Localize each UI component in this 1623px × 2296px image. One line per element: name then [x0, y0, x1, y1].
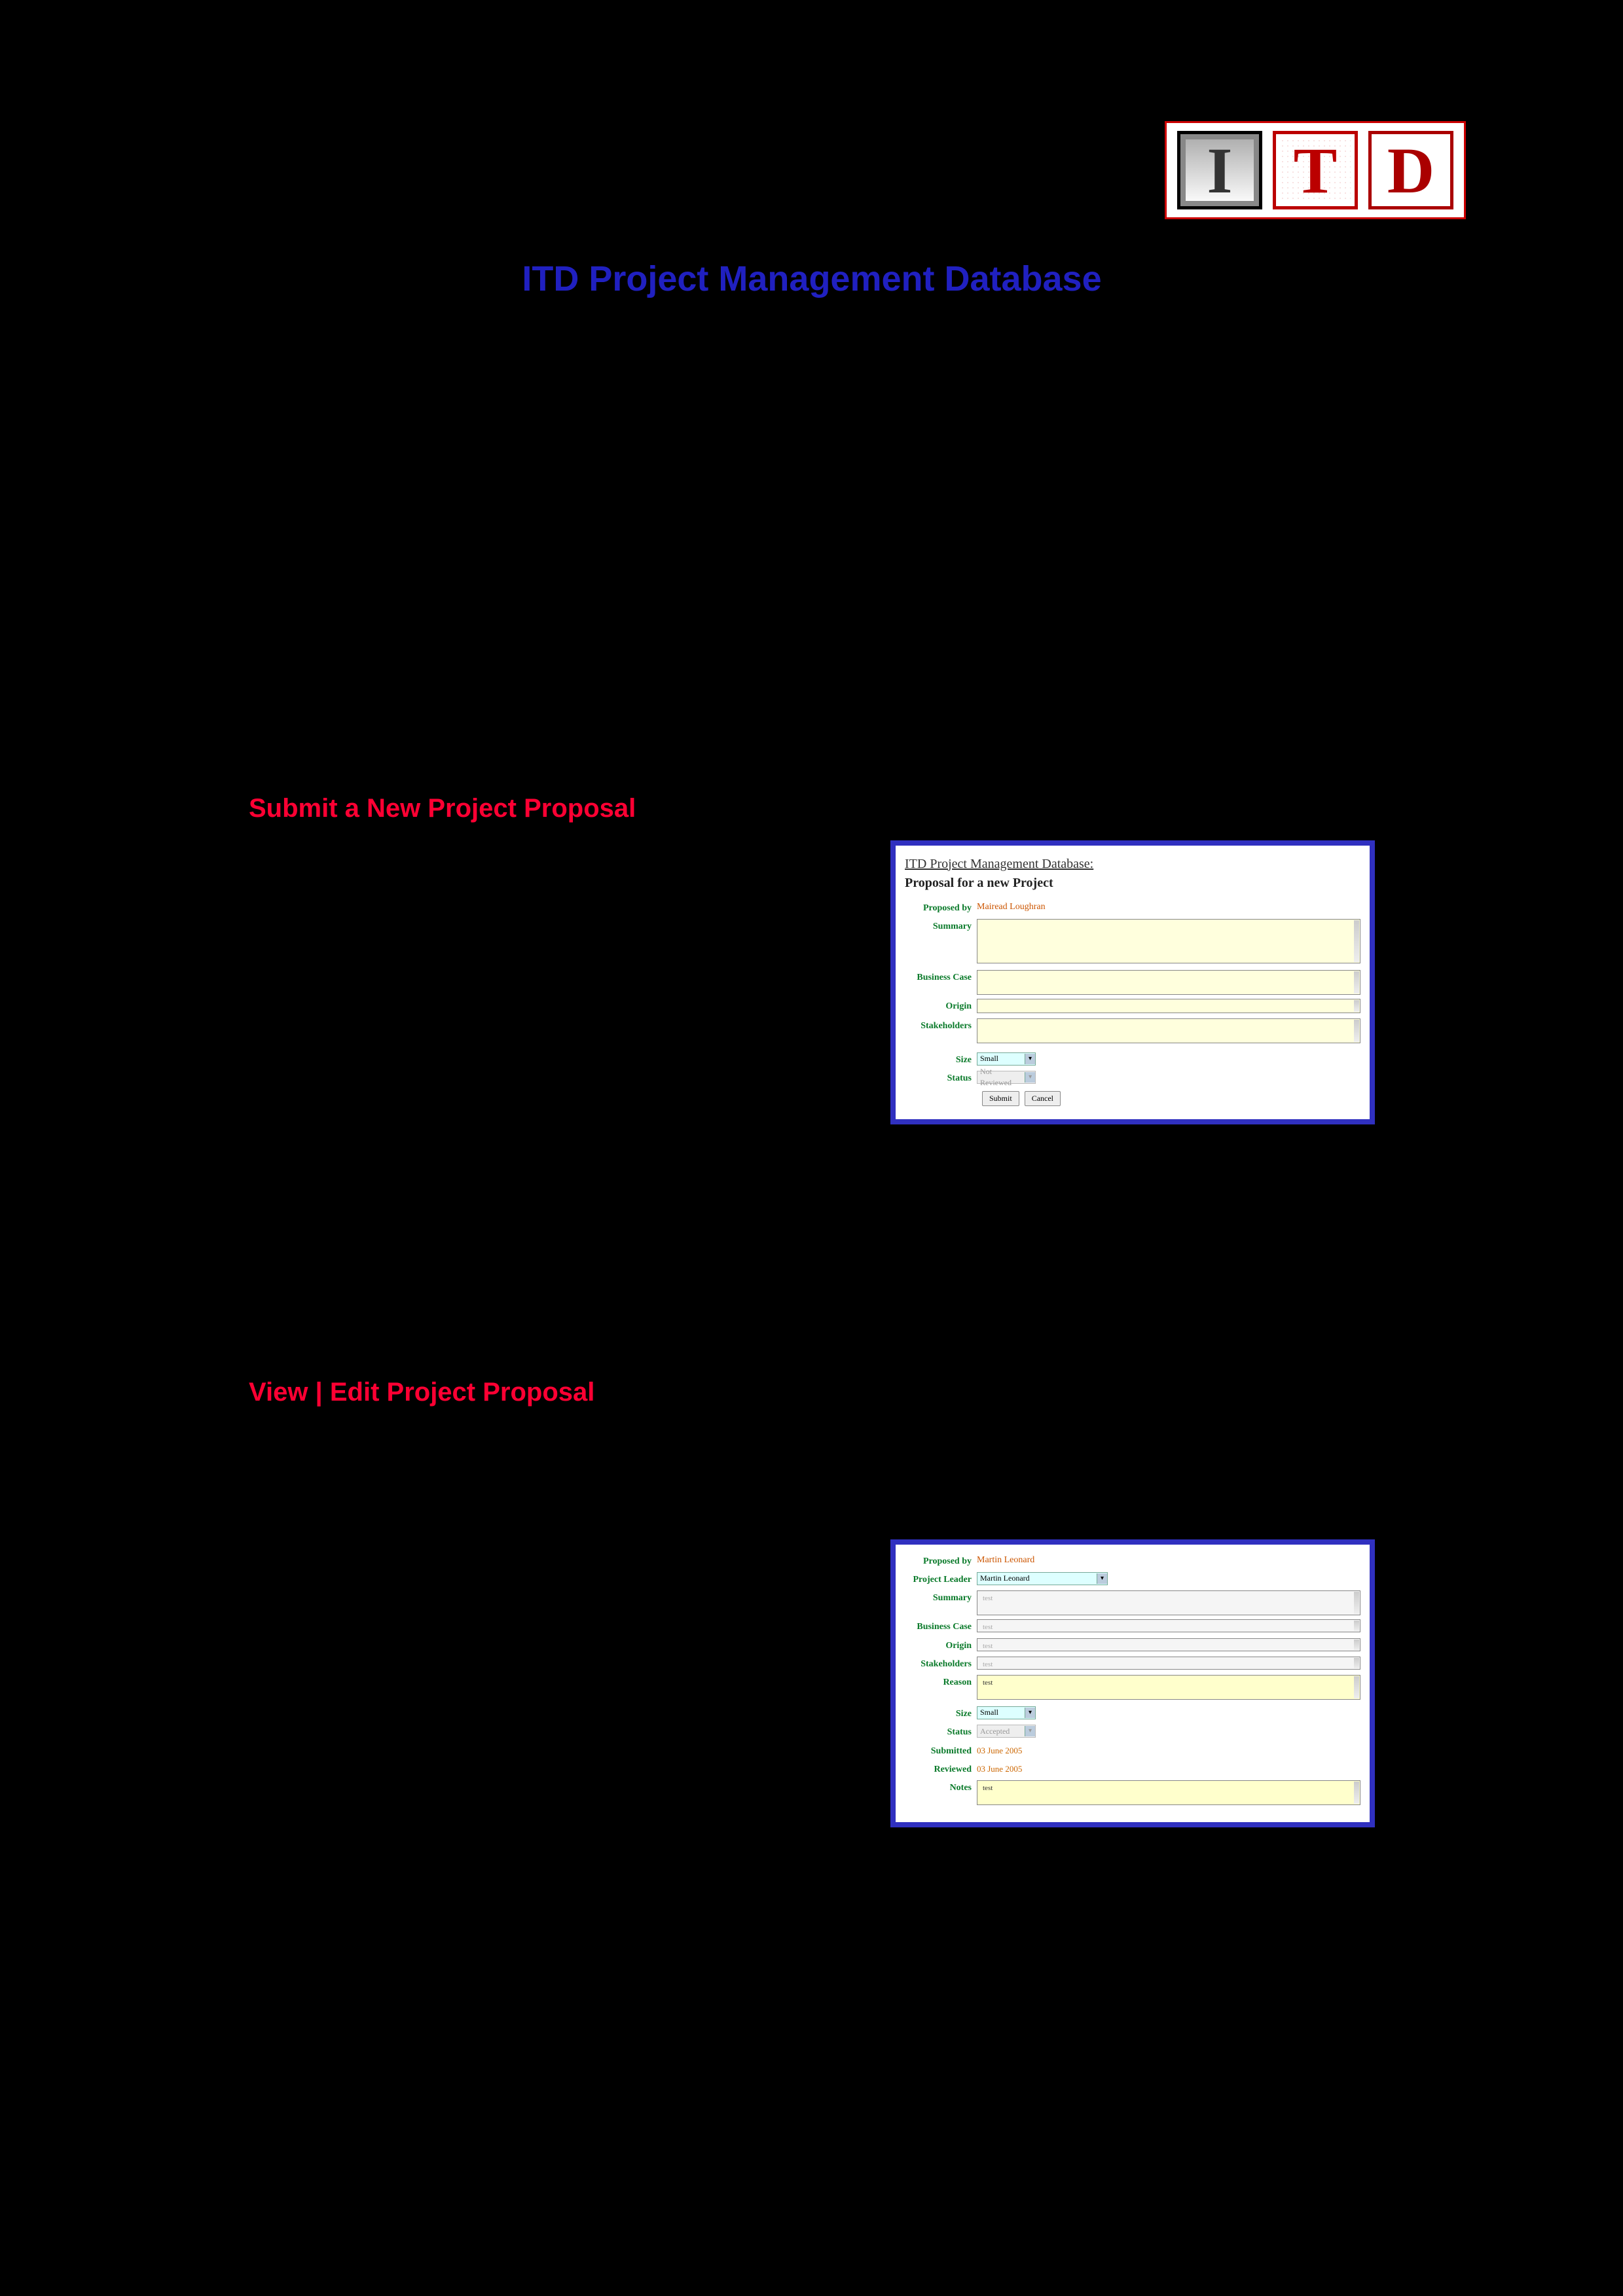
label-project-leader: Project Leader	[905, 1572, 977, 1587]
chevron-down-icon: ▾	[1025, 1072, 1035, 1083]
input-business-case[interactable]	[977, 970, 1360, 995]
input-business-case-2[interactable]: test	[977, 1619, 1360, 1632]
label-proposed-by-2: Proposed by	[905, 1554, 977, 1568]
label-stakeholders: Stakeholders	[905, 1018, 977, 1043]
value-proposed-by: Mairead Loughran	[977, 901, 1046, 915]
sec1-para-3: From the Summary of Project Proposals pa…	[249, 1200, 1375, 1329]
screenshot-new-proposal: ITD Project Management Database: Proposa…	[890, 840, 1375, 1125]
logo-letter-t: T	[1273, 131, 1358, 209]
screenshot-edit-proposal: Proposed by Martin Leonard Project Leade…	[890, 1539, 1375, 1828]
label-reviewed: Reviewed	[905, 1762, 977, 1776]
input-summary[interactable]	[977, 919, 1360, 963]
select-status-2: Accepted▾	[977, 1725, 1036, 1738]
sec2-para-3: Click the "Update" button to save any ch…	[249, 1834, 1375, 1931]
label-reason: Reason	[905, 1675, 977, 1700]
section-view-edit-heading: View | Edit Project Proposal	[249, 1373, 1375, 1411]
intro-para-1: Your access to this application is contr…	[249, 327, 1375, 424]
input-summary-2[interactable]: test	[977, 1590, 1360, 1615]
select-size[interactable]: Small▾	[977, 1052, 1036, 1066]
chevron-down-icon: ▾	[1025, 1708, 1035, 1718]
intro-para-4: Regardless of your role, when you click …	[249, 673, 1375, 770]
itd-logo: I T D	[1165, 121, 1466, 219]
label-status: Status	[905, 1071, 977, 1085]
label-business-case: Business Case	[905, 970, 977, 995]
logo-letter-d: D	[1368, 131, 1453, 209]
label-size-2: Size	[905, 1706, 977, 1721]
input-origin-2[interactable]: test	[977, 1638, 1360, 1651]
value-reviewed: 03 June 2005	[977, 1762, 1022, 1776]
value-submitted: 03 June 2005	[977, 1744, 1022, 1758]
chevron-down-icon: ▾	[1025, 1726, 1035, 1736]
sec2-para-4: If you are viewing a proposal from the "…	[249, 1949, 1375, 2014]
label-business-case-2: Business Case	[905, 1619, 977, 1634]
form-title-link[interactable]: ITD Project Management Database:	[905, 855, 1360, 874]
label-notes: Notes	[905, 1780, 977, 1805]
label-size: Size	[905, 1052, 977, 1067]
label-summary-2: Summary	[905, 1590, 977, 1615]
intro-para-3: These pages describe the various parts o…	[249, 558, 1375, 655]
select-project-leader[interactable]: Martin Leonard▾	[977, 1572, 1108, 1585]
input-reason[interactable]: test	[977, 1675, 1360, 1700]
label-summary: Summary	[905, 919, 977, 963]
submit-button[interactable]: Submit	[982, 1091, 1019, 1106]
section-submit-heading: Submit a New Project Proposal	[249, 789, 1375, 827]
chevron-down-icon: ▾	[1097, 1573, 1107, 1584]
cancel-button[interactable]: Cancel	[1025, 1091, 1061, 1106]
label-origin-2: Origin	[905, 1638, 977, 1653]
logo-letter-i: I	[1177, 131, 1262, 209]
input-stakeholders-2[interactable]: test	[977, 1657, 1360, 1670]
input-origin[interactable]	[977, 999, 1360, 1013]
intro-para-2: Access to the various parts of the appli…	[249, 442, 1375, 539]
input-notes[interactable]: test	[977, 1780, 1360, 1805]
chevron-down-icon: ▾	[1025, 1054, 1035, 1064]
sec2-para-before: The ability to edit a project proposal r…	[249, 1424, 1375, 1521]
select-status-disabled: Not Reviewed▾	[977, 1071, 1036, 1084]
page-title: ITD Project Management Database	[242, 259, 1381, 299]
label-origin: Origin	[905, 999, 977, 1013]
select-size-2[interactable]: Small▾	[977, 1706, 1036, 1719]
label-submitted: Submitted	[905, 1744, 977, 1758]
label-proposed-by: Proposed by	[905, 901, 977, 915]
value-proposed-by-2: Martin Leonard	[977, 1554, 1034, 1568]
label-stakeholders-2: Stakeholders	[905, 1657, 977, 1671]
label-status-2: Status	[905, 1725, 977, 1739]
input-stakeholders[interactable]	[977, 1018, 1360, 1043]
form-title-bold: Proposal for a new Project	[905, 874, 1360, 893]
